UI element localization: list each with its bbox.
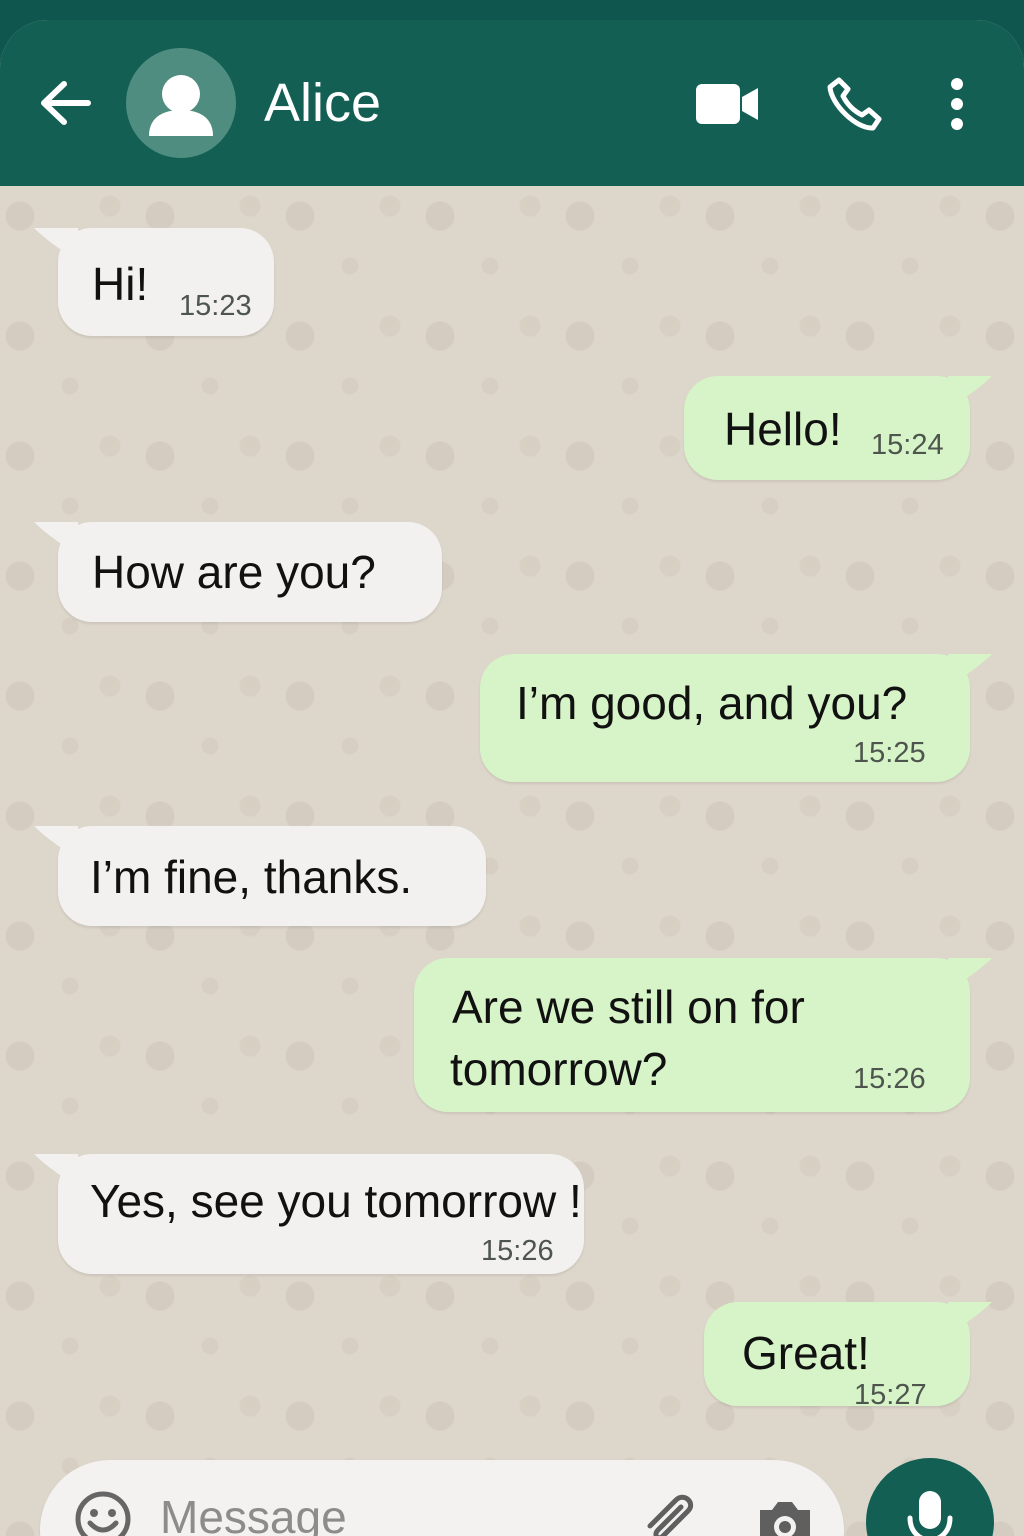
back-arrow-icon[interactable] [38, 80, 92, 126]
incoming-message[interactable]: I’m fine, thanks. [34, 826, 486, 926]
bubble-tail [948, 958, 992, 992]
message-text: Hi! [92, 258, 149, 310]
paperclip-icon[interactable] [638, 1490, 702, 1536]
video-camera-icon[interactable] [694, 82, 760, 126]
outgoing-message[interactable]: I’m good, and you? 15:25 [480, 654, 992, 782]
contact-name[interactable]: Alice [264, 72, 381, 134]
bubble-tail [34, 826, 78, 860]
more-vertical-icon[interactable] [944, 76, 970, 132]
incoming-message[interactable]: Hi! 15:23 [34, 228, 274, 336]
message-time: 15:23 [179, 290, 252, 322]
emoji-icon[interactable] [74, 1490, 132, 1536]
outgoing-message[interactable]: Hello! 15:24 [684, 376, 992, 480]
bubble-tail [34, 228, 78, 262]
message-composer [40, 1460, 844, 1536]
avatar[interactable] [126, 48, 236, 158]
bubble-tail [948, 376, 992, 410]
bubble-tail [34, 522, 78, 556]
message-time: 15:26 [853, 1063, 926, 1095]
message-input[interactable] [160, 1482, 620, 1536]
message-text: I’m fine, thanks. [90, 851, 413, 903]
outgoing-message[interactable]: Great! 15:27 [704, 1302, 992, 1411]
message-text: How are you? [92, 546, 376, 598]
message-time: 15:27 [854, 1379, 927, 1411]
message-text-line-2: tomorrow? [450, 1043, 668, 1095]
message-text-line-1: Are we still on for [452, 981, 805, 1033]
incoming-message[interactable]: How are you? [34, 522, 442, 622]
message-time: 15:25 [853, 737, 926, 769]
incoming-message[interactable]: Yes, see you tomorrow ! 15:26 [34, 1154, 584, 1274]
message-text: Yes, see you tomorrow ! [90, 1175, 582, 1227]
message-time: 15:24 [871, 429, 944, 461]
chat-screen: Alice Hi! 15:23 Hello! 15:24 How are you… [0, 20, 1024, 1536]
bubble-tail [948, 654, 992, 688]
phone-icon[interactable] [826, 76, 884, 132]
message-time: 15:26 [481, 1235, 554, 1267]
avatar-person-icon [149, 75, 213, 136]
outgoing-message[interactable]: Are we still on for tomorrow? 15:26 [414, 958, 992, 1112]
bubble-tail [34, 1154, 78, 1188]
chat-header: Alice [0, 20, 1024, 186]
bubble-tail [948, 1302, 992, 1336]
camera-icon[interactable] [754, 1494, 816, 1536]
message-text: Hello! [724, 403, 842, 455]
message-text: Great! [742, 1327, 870, 1379]
message-text: I’m good, and you? [516, 677, 908, 729]
microphone-icon [907, 1491, 953, 1536]
